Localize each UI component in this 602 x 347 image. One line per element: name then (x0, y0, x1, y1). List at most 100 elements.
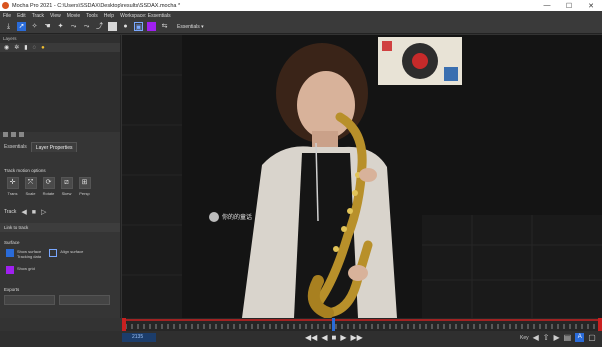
key-controls: Key ◀ ⇧ ▶ ▤ A ▢ (520, 333, 596, 342)
motion-header: Track motion options (4, 168, 46, 173)
align-surface-label: Align surface (60, 249, 84, 254)
toolbar: ⤓ ➚ ✧ ☚ ✦ ⤳ ⤳ ⤴ ● ▣ ⇆ Essentials ▾ (0, 20, 602, 34)
menu-movie[interactable]: Movie (67, 13, 80, 19)
zoom-tool-icon[interactable]: ✦ (56, 22, 65, 31)
menu-edit[interactable]: Edit (17, 13, 26, 19)
close-button[interactable]: ✕ (580, 2, 602, 10)
menu-view[interactable]: View (50, 13, 61, 19)
export-buttons (4, 295, 114, 305)
motion-rotate-label: Rotate (42, 191, 55, 196)
bezier-tool-icon[interactable]: ⤳ (82, 22, 91, 31)
timeline-bar[interactable] (122, 318, 602, 331)
stop-track-icon[interactable]: ■ (32, 209, 36, 216)
track-backward-icon[interactable]: ◀ (21, 208, 26, 216)
save-icon[interactable]: ⤓ (4, 22, 13, 31)
rect-spline-tool-icon[interactable] (108, 22, 117, 31)
motion-tools: ✛ Trans ⤧ Scale ⟳ Rotate ⧄ Skew ⊞ Persp (4, 177, 94, 196)
grid-tool-icon[interactable] (147, 22, 156, 31)
motion-skew-label: Skew (61, 191, 72, 196)
motion-persp[interactable]: ⊞ Persp (76, 177, 93, 196)
step-forward-icon[interactable]: ▶▶ (350, 333, 362, 342)
add-layer-icon[interactable] (3, 132, 8, 137)
menu-workspace[interactable]: Workspace: Essentials (120, 13, 170, 19)
track-forward-icon[interactable]: ▷ (41, 208, 46, 216)
circle-spline-tool-icon[interactable]: ● (121, 22, 130, 31)
menu-bar: File Edit Track View Movie Tools Help Wo… (0, 11, 602, 20)
track-row: Track ◀ ■ ▷ (4, 208, 46, 217)
mocha-app-icon (2, 2, 9, 9)
step-back-icon[interactable]: ◀◀ (305, 333, 317, 342)
export-tracking-data-button[interactable] (4, 295, 55, 305)
minimize-button[interactable]: — (536, 2, 558, 9)
motion-trans[interactable]: ✛ Trans (4, 177, 21, 196)
timeline-ruler (122, 318, 602, 331)
workspace-dropdown[interactable]: Essentials ▾ (177, 24, 204, 30)
delete-key-icon[interactable]: ▤ (564, 333, 572, 342)
video-frame: 你的的童话 (122, 35, 602, 318)
skew-icon: ⧄ (60, 177, 73, 189)
title-bar: Mocha Pro 2021 - C:\Users\SSDAX\Desktop\… (0, 0, 602, 11)
motion-rotate[interactable]: ⟳ Rotate (40, 177, 57, 196)
delete-layer-icon[interactable] (19, 132, 24, 137)
exports-header: Exports (4, 287, 20, 292)
lightbulb-icon[interactable]: ● (41, 45, 45, 51)
play-backward-icon[interactable]: ◀ (321, 333, 327, 342)
align-surface-button[interactable] (49, 249, 58, 257)
lock-icon[interactable]: ▮ (24, 44, 27, 51)
motion-scale[interactable]: ⤧ Scale (22, 177, 39, 196)
magic-tool-icon[interactable]: ⇆ (160, 22, 169, 31)
tab-layer-properties[interactable]: Layer Properties (30, 142, 78, 152)
motion-persp-label: Persp (79, 191, 90, 196)
link-to-track-bar[interactable]: Link to track (0, 223, 120, 232)
frame-field[interactable]: 2135 (122, 333, 156, 342)
surface-tool-icon[interactable]: ▣ (134, 22, 143, 31)
play-icon[interactable]: ▶ (340, 333, 346, 342)
in-point-marker[interactable] (122, 318, 126, 331)
motion-trans-label: Trans (7, 191, 18, 196)
perspective-icon: ⊞ (78, 177, 91, 189)
menu-file[interactable]: File (3, 13, 11, 19)
link-icon[interactable]: ◌ (33, 45, 37, 51)
rotate-icon: ⟳ (42, 177, 55, 189)
menu-track[interactable]: Track (32, 13, 44, 19)
show-surface-toggle[interactable] (6, 249, 14, 257)
select-tool-icon[interactable]: ➚ (17, 22, 26, 31)
gear-icon[interactable]: ✲ (14, 44, 19, 51)
show-grid-label: Show grid (17, 266, 35, 271)
eye-icon[interactable]: ◉ (4, 44, 9, 51)
video-viewport[interactable]: 你的的童话 (122, 35, 602, 318)
window-title: Mocha Pro 2021 - C:\Users\SSDAX\Desktop\… (12, 2, 181, 9)
next-key-icon[interactable]: ▶ (553, 333, 559, 342)
motion-skew[interactable]: ⧄ Skew (58, 177, 75, 196)
scale-icon: ⤧ (24, 177, 37, 189)
key-settings-icon[interactable]: ▢ (588, 333, 596, 342)
surface-header: Surface (4, 240, 20, 245)
tracking-data-text: Tracking data (17, 254, 42, 259)
autokey-button[interactable]: A (575, 333, 585, 342)
layer-controls: ◉ ✲ ▮ ◌ ● (0, 43, 120, 52)
export-shape-data-button[interactable] (59, 295, 110, 305)
translate-icon: ✛ (6, 177, 19, 189)
show-grid-toggle[interactable] (6, 266, 14, 274)
track-label: Track (4, 209, 17, 215)
pick-tool-icon[interactable]: ✧ (30, 22, 39, 31)
tab-essentials[interactable]: Essentials (0, 142, 31, 152)
mocha-window: Mocha Pro 2021 - C:\Users\SSDAX\Desktop\… (0, 0, 602, 347)
hand-tool-icon[interactable]: ☚ (43, 22, 52, 31)
add-key-icon[interactable]: ⇧ (543, 333, 550, 342)
maximize-button[interactable]: ☐ (558, 2, 580, 10)
duplicate-layer-icon[interactable] (11, 132, 16, 137)
stop-icon[interactable]: ■ (331, 333, 336, 342)
add-point-tool-icon[interactable]: ⤴ (95, 22, 104, 31)
layer-actions (3, 132, 27, 137)
left-panel: Layers ◉ ✲ ▮ ◌ ● Essentials Layer Proper… (0, 35, 121, 318)
playhead[interactable] (332, 318, 335, 331)
out-point-marker[interactable] (598, 318, 602, 331)
xspline-tool-icon[interactable]: ⤳ (69, 22, 78, 31)
menu-tools[interactable]: Tools (86, 13, 98, 19)
show-surface-label: Show surface Tracking data (17, 249, 41, 259)
layer-list[interactable] (0, 52, 120, 132)
surface-options: Show surface Tracking data Align surface (6, 249, 83, 259)
prev-key-icon[interactable]: ◀ (533, 333, 539, 342)
menu-help[interactable]: Help (104, 13, 114, 19)
